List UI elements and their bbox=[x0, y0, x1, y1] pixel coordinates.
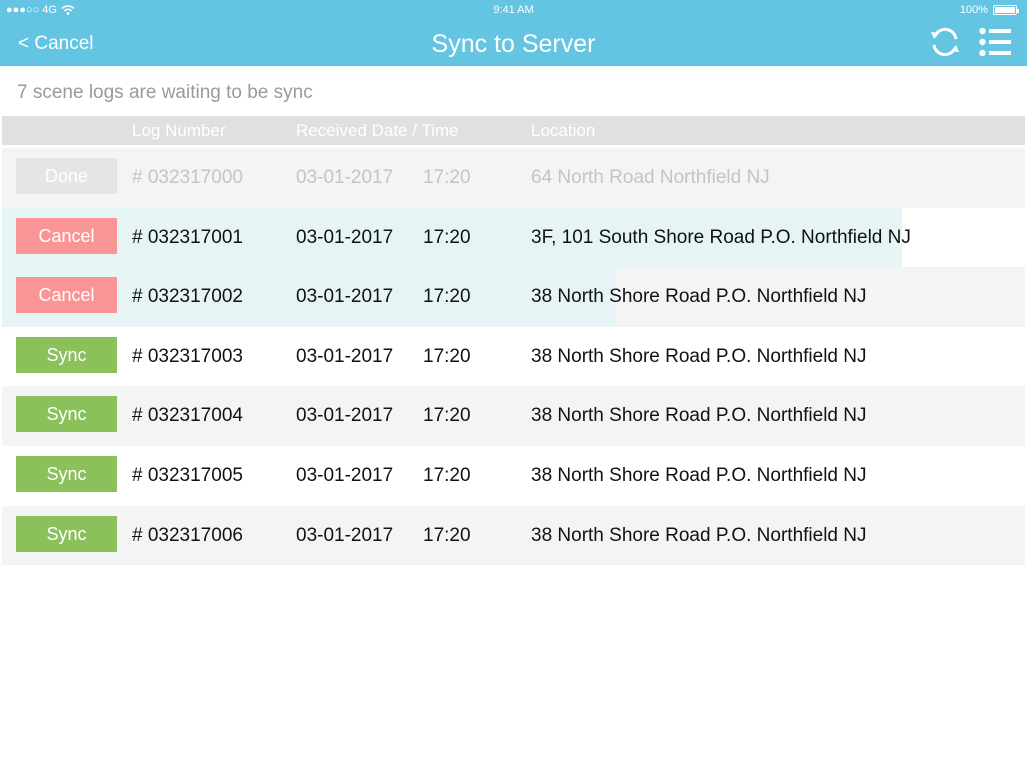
status-bar: ●●●○○ 4G 9:41 AM 100% bbox=[0, 0, 1027, 20]
received-date: 03-01-2017 bbox=[296, 286, 394, 308]
sync-icon[interactable] bbox=[929, 26, 961, 58]
table-row: Sync # 032317003 03-01-2017 17:20 38 North S… bbox=[2, 326, 1025, 387]
received-date: 03-01-2017 bbox=[296, 464, 394, 486]
list-icon[interactable] bbox=[979, 27, 1011, 57]
received-time: 17:20 bbox=[423, 524, 471, 546]
top-bar: ●●●○○ 4G 9:41 AM 100% < Cancel Sync to S… bbox=[0, 0, 1027, 66]
received-time: 17:20 bbox=[423, 226, 471, 248]
log-number: # 032317003 bbox=[132, 345, 243, 367]
received-date: 03-01-2017 bbox=[296, 524, 394, 546]
waiting-message: 7 scene logs are waiting to be sync bbox=[17, 82, 313, 103]
location: 38 North Shore Road P.O. Northfield NJ bbox=[531, 464, 867, 486]
received-time: 17:20 bbox=[423, 464, 471, 486]
location: 38 North Shore Road P.O. Northfield NJ bbox=[531, 524, 867, 546]
column-location: Location bbox=[531, 121, 596, 140]
battery-percent: 100% bbox=[959, 4, 988, 16]
done-button[interactable]: Done bbox=[16, 158, 117, 194]
received-time: 17:20 bbox=[423, 286, 471, 308]
received-time: 17:20 bbox=[423, 405, 471, 427]
location: 38 North Shore Road P.O. Northfield NJ bbox=[531, 345, 867, 367]
received-date: 03-01-2017 bbox=[296, 345, 394, 367]
cancel-button[interactable]: Cancel bbox=[16, 217, 117, 254]
received-date: 03-01-2017 bbox=[296, 167, 394, 188]
sync-button[interactable]: Sync bbox=[16, 336, 117, 373]
table-row: Sync # 032317006 03-01-2017 17:20 38 North S… bbox=[2, 505, 1025, 566]
log-number: # 032317000 bbox=[132, 167, 243, 188]
column-log-number: Log Number bbox=[132, 121, 226, 140]
status-time: 9:41 AM bbox=[493, 4, 534, 16]
log-number: # 032317004 bbox=[132, 405, 243, 427]
column-received-date-time: Received Date / Time bbox=[296, 121, 459, 140]
table-row: Sync # 032317005 03-01-2017 17:20 38 North S… bbox=[2, 445, 1025, 506]
location: 64 North Road Northfield NJ bbox=[531, 167, 770, 188]
log-number: # 032317002 bbox=[132, 286, 243, 308]
location: 38 North Shore Road P.O. Northfield NJ bbox=[531, 286, 867, 308]
location: 38 North Shore Road P.O. Northfield NJ bbox=[531, 405, 867, 427]
table-row: Cancel # 032317002 03-01-2017 17:20 38 North… bbox=[2, 267, 1025, 327]
table-header: Log Number Received Date / Time Location bbox=[2, 116, 1025, 145]
log-number: # 032317001 bbox=[132, 226, 243, 248]
table-row: Cancel # 032317001 03-01-2017 17:20 3F, 101 … bbox=[2, 207, 1025, 268]
received-date: 03-01-2017 bbox=[296, 226, 394, 248]
received-date: 03-01-2017 bbox=[296, 405, 394, 427]
page-title: Sync to Server bbox=[431, 30, 596, 58]
table-row: Sync # 032317004 03-01-2017 17:20 38 North S… bbox=[2, 386, 1025, 446]
sync-button[interactable]: Sync bbox=[16, 515, 117, 552]
location: 3F, 101 South Shore Road P.O. Northfield… bbox=[531, 226, 911, 248]
nav-bar: < Cancel Sync to Server bbox=[0, 20, 1027, 66]
sync-button[interactable]: Sync bbox=[16, 396, 117, 433]
table-row: Done # 032317000 03-01-2017 17:20 64 North R… bbox=[2, 148, 1025, 208]
log-number: # 032317006 bbox=[132, 524, 243, 546]
received-time: 17:20 bbox=[423, 167, 471, 188]
sync-button[interactable]: Sync bbox=[16, 455, 117, 492]
cancel-button[interactable]: Cancel bbox=[16, 277, 117, 314]
log-number: # 032317005 bbox=[132, 464, 243, 486]
battery-icon bbox=[993, 5, 1019, 15]
received-time: 17:20 bbox=[423, 345, 471, 367]
sync-log-list: Done # 032317000 03-01-2017 17:20 64 North R… bbox=[2, 148, 1025, 566]
